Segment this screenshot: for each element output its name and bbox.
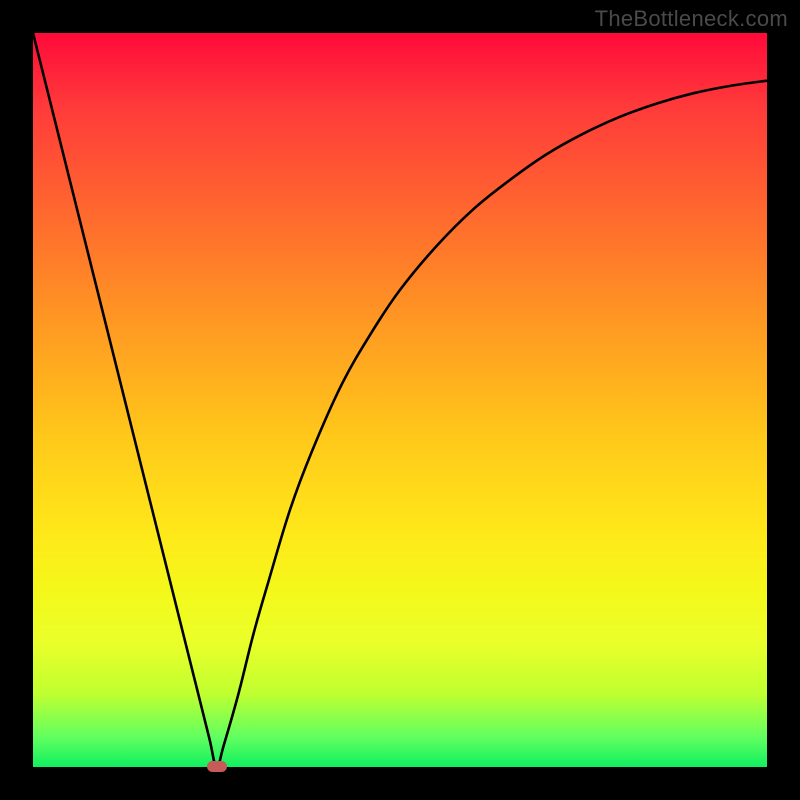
min-marker xyxy=(207,761,227,772)
watermark-text: TheBottleneck.com xyxy=(595,6,788,32)
curve-path xyxy=(33,33,767,767)
bottleneck-curve xyxy=(33,33,767,767)
chart-stage: TheBottleneck.com xyxy=(0,0,800,800)
plot-area xyxy=(33,33,767,767)
